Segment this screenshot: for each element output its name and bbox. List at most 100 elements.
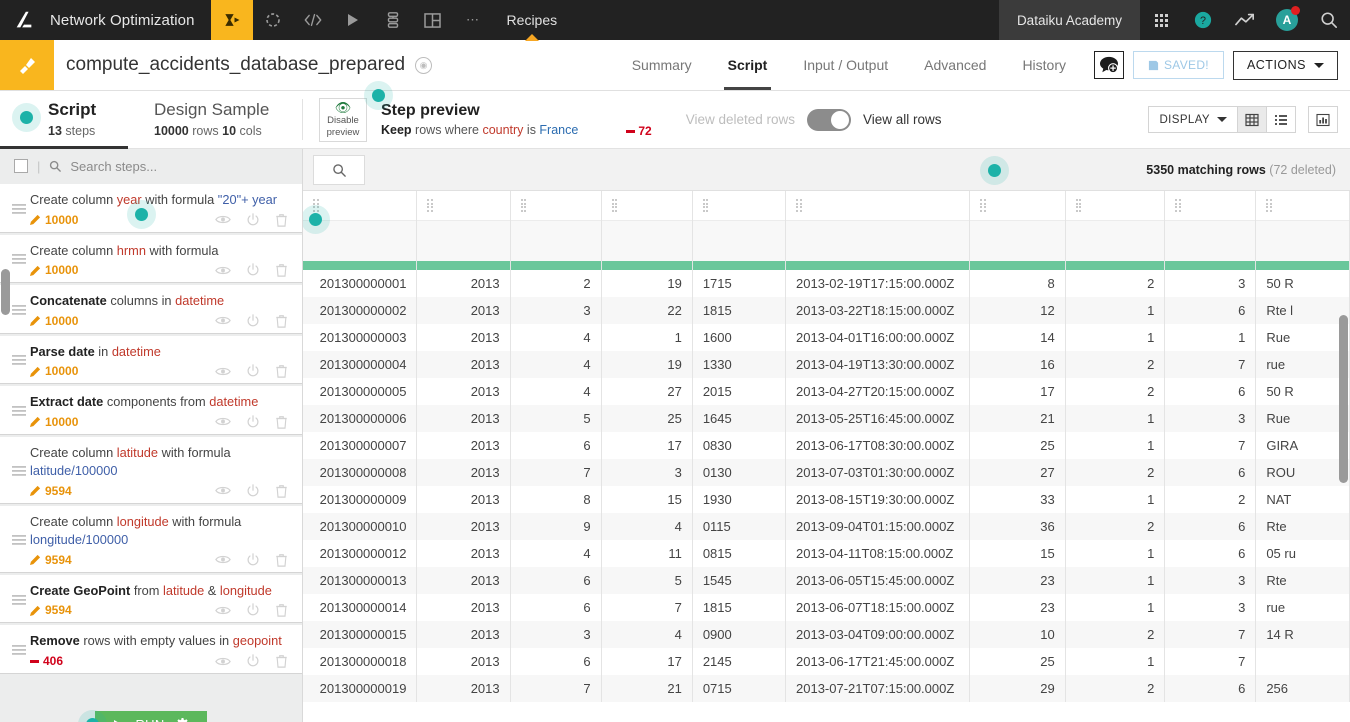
table-cell[interactable]: 1 — [1065, 594, 1165, 621]
column-drag-dots-icon[interactable] — [1076, 199, 1082, 212]
tab-input-output[interactable]: Input / Output — [785, 40, 906, 90]
table-cell[interactable]: 50 R — [1256, 378, 1350, 405]
table-cell[interactable]: 19 — [601, 270, 692, 297]
table-cell[interactable]: 2013-06-17T08:30:00.000Z — [786, 432, 970, 459]
table-cell[interactable]: 27 — [601, 378, 692, 405]
table-cell[interactable]: 8 — [970, 270, 1066, 297]
toggle-step-icon[interactable] — [246, 314, 260, 328]
table-cell[interactable]: 2 — [1065, 621, 1165, 648]
table-cell[interactable]: 1 — [1065, 297, 1165, 324]
table-cell[interactable]: 6 — [510, 567, 601, 594]
drag-handle-icon[interactable] — [8, 292, 30, 328]
table-cell[interactable]: 7 — [510, 459, 601, 486]
steps-list[interactable]: Create column year with formula "20"+ ye… — [0, 183, 302, 704]
loop-icon[interactable] — [253, 0, 293, 40]
table-cell[interactable]: 14 R — [1256, 621, 1350, 648]
chat-assistant-button[interactable] — [1094, 51, 1124, 79]
table-cell[interactable]: 25 — [970, 648, 1066, 675]
table-row[interactable]: 20130000001520133409002013-03-04T09:00:0… — [303, 621, 1350, 648]
table-cell[interactable]: 2013 — [417, 675, 510, 702]
preview-step-icon[interactable] — [215, 214, 231, 225]
table-cell[interactable]: 7 — [1165, 648, 1256, 675]
table-cell[interactable]: 3 — [1165, 567, 1256, 594]
column-header[interactable] — [970, 191, 1066, 270]
table-cell[interactable]: 25 — [970, 432, 1066, 459]
preview-step-icon[interactable] — [215, 416, 231, 427]
table-cell[interactable]: 2 — [1065, 513, 1165, 540]
table-cell[interactable]: 0130 — [692, 459, 785, 486]
table-cell[interactable]: 201300000015 — [303, 621, 417, 648]
table-cell[interactable]: 201300000002 — [303, 297, 417, 324]
table-cell[interactable]: 1330 — [692, 351, 785, 378]
table-cell[interactable]: 50 R — [1256, 270, 1350, 297]
table-cell[interactable]: 2013-08-15T19:30:00.000Z — [786, 486, 970, 513]
toggle-step-icon[interactable] — [246, 213, 260, 227]
table-cell[interactable]: 3 — [1165, 270, 1256, 297]
column-drag-dots-icon[interactable] — [313, 199, 319, 212]
tab-history[interactable]: History — [1004, 40, 1084, 90]
table-cell[interactable]: 21 — [601, 675, 692, 702]
table-cell[interactable]: 2013-04-01T16:00:00.000Z — [786, 324, 970, 351]
column-header[interactable] — [692, 191, 785, 270]
table-search-button[interactable] — [313, 155, 365, 185]
search-icon[interactable] — [1308, 0, 1350, 40]
step-item[interactable]: Extract date components from datetime100… — [0, 386, 302, 435]
table-cell[interactable]: 2013 — [417, 648, 510, 675]
script-summary-block[interactable]: Script 13 steps — [0, 91, 128, 148]
column-drag-dots-icon[interactable] — [1175, 199, 1181, 212]
column-header[interactable] — [1256, 191, 1350, 270]
nav-recipes[interactable]: Recipes — [493, 0, 572, 40]
delete-step-icon[interactable] — [275, 553, 288, 567]
list-view-icon[interactable] — [1267, 106, 1296, 133]
table-cell[interactable]: 1645 — [692, 405, 785, 432]
table-cell[interactable]: 16 — [970, 351, 1066, 378]
table-cell[interactable]: 22 — [601, 297, 692, 324]
table-cell[interactable]: 9 — [510, 513, 601, 540]
table-cell[interactable]: 2013 — [417, 405, 510, 432]
column-drag-dots-icon[interactable] — [1266, 199, 1272, 212]
table-cell[interactable]: 6 — [510, 594, 601, 621]
table-cell[interactable]: 2 — [1065, 378, 1165, 405]
table-cell[interactable]: 1 — [1065, 324, 1165, 351]
table-cell[interactable]: 6 — [1165, 459, 1256, 486]
table-cell[interactable]: 6 — [1165, 540, 1256, 567]
table-cell[interactable]: 19 — [601, 351, 692, 378]
table-cell[interactable]: 6 — [1165, 675, 1256, 702]
actions-button[interactable]: ACTIONS — [1233, 51, 1338, 80]
table-cell[interactable]: 6 — [510, 648, 601, 675]
table-cell[interactable]: 6 — [1165, 513, 1256, 540]
table-cell[interactable]: 17 — [970, 378, 1066, 405]
column-header[interactable] — [417, 191, 510, 270]
table-view-icon[interactable] — [1238, 106, 1267, 133]
table-cell[interactable]: 2013 — [417, 351, 510, 378]
table-cell[interactable]: 25 — [601, 405, 692, 432]
step-item[interactable]: Parse date in datetime10000 — [0, 336, 302, 385]
table-cell[interactable]: 12 — [970, 297, 1066, 324]
table-row[interactable]: 201300000019201372107152013-07-21T07:15:… — [303, 675, 1350, 702]
design-sample-block[interactable]: Design Sample 10000 rows 10 cols — [128, 91, 269, 148]
code-icon[interactable] — [293, 0, 333, 40]
disable-preview-button[interactable]: 👁 Disable preview — [319, 98, 367, 142]
table-cell[interactable]: 201300000003 — [303, 324, 417, 351]
table-row[interactable]: 201300000001201321917152013-02-19T17:15:… — [303, 270, 1350, 297]
table-cell[interactable]: 256 — [1256, 675, 1350, 702]
table-cell[interactable]: 4 — [510, 378, 601, 405]
step-item[interactable]: Create column latitude with formula lati… — [0, 437, 302, 504]
table-cell[interactable] — [1256, 648, 1350, 675]
table-cell[interactable]: 2013-06-07T18:15:00.000Z — [786, 594, 970, 621]
table-row[interactable]: 20130000000320134116002013-04-01T16:00:0… — [303, 324, 1350, 351]
table-cell[interactable]: 201300000004 — [303, 351, 417, 378]
table-cell[interactable]: GIRA — [1256, 432, 1350, 459]
zone-icon[interactable]: ◉ — [415, 57, 432, 74]
table-cell[interactable]: 2 — [1065, 270, 1165, 297]
table-cell[interactable]: 2013 — [417, 432, 510, 459]
table-cell[interactable]: 2013-03-04T09:00:00.000Z — [786, 621, 970, 648]
drag-handle-icon[interactable] — [8, 343, 30, 379]
tab-summary[interactable]: Summary — [614, 40, 710, 90]
table-vertical-scrollbar[interactable] — [1339, 315, 1348, 483]
table-cell[interactable]: 23 — [970, 594, 1066, 621]
delete-step-icon[interactable] — [275, 415, 288, 429]
table-cell[interactable]: 7 — [1165, 621, 1256, 648]
table-cell[interactable]: 17 — [601, 648, 692, 675]
table-cell[interactable]: 2013-07-21T07:15:00.000Z — [786, 675, 970, 702]
